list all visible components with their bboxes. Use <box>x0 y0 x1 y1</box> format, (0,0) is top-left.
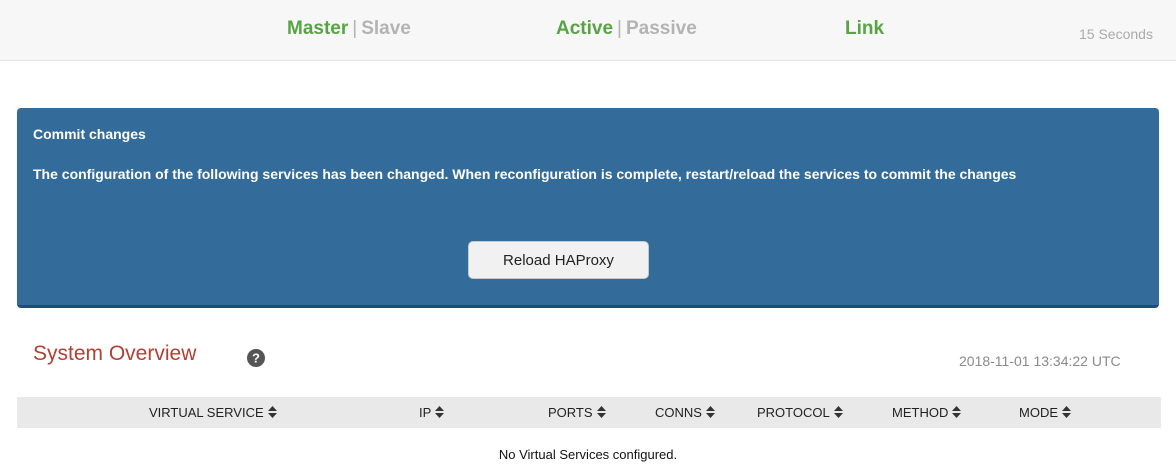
master-slave-status: Master | Slave <box>287 18 411 40</box>
overview-timestamp: 2018-11-01 13:34:22 UTC <box>959 353 1121 369</box>
slave-label: Slave <box>361 18 411 39</box>
column-header-ip[interactable]: IP <box>419 397 445 428</box>
refresh-interval[interactable]: 15 Seconds <box>1079 26 1153 42</box>
sort-icon <box>705 406 715 418</box>
column-label: MODE <box>1019 405 1058 420</box>
column-header-protocol[interactable]: PROTOCOL <box>757 397 843 428</box>
status-bar: Master | Slave Active | Passive Link 15 Seco… <box>0 0 1176 61</box>
active-passive-status: Active | Passive <box>556 18 697 40</box>
svg-text:?: ? <box>252 351 260 366</box>
sort-icon <box>435 406 445 418</box>
passive-label: Passive <box>625 18 697 39</box>
commit-message: The configuration of the following servi… <box>33 166 1017 182</box>
column-label: CONNS <box>655 405 702 420</box>
sort-icon <box>267 406 277 418</box>
question-circle-icon[interactable]: ? <box>247 349 265 367</box>
column-header-mode[interactable]: MODE <box>1019 397 1071 428</box>
commit-changes-panel: Commit changes The configuration of the … <box>17 108 1159 308</box>
system-overview-title: System Overview <box>33 342 197 365</box>
status-separator: | <box>352 18 358 39</box>
column-header-conns[interactable]: CONNS <box>655 397 715 428</box>
virtual-services-table-header: VIRTUAL SERVICE IP PORTS CONNS PROTOCOL … <box>17 397 1161 428</box>
sort-icon <box>596 406 606 418</box>
column-label: IP <box>419 405 432 420</box>
sort-icon <box>952 406 962 418</box>
reload-haproxy-button[interactable]: Reload HAProxy <box>468 241 649 279</box>
empty-table-message: No Virtual Services configured. <box>498 447 678 462</box>
column-label: PORTS <box>548 405 593 420</box>
sort-icon <box>1062 406 1071 418</box>
status-separator: | <box>617 18 622 39</box>
column-label: METHOD <box>892 405 949 420</box>
column-header-ports[interactable]: PORTS <box>548 397 606 428</box>
active-label: Active <box>556 18 614 39</box>
link-label: Link <box>845 18 885 39</box>
column-label: VIRTUAL SERVICE <box>149 405 264 420</box>
sort-icon <box>833 406 843 418</box>
column-label: PROTOCOL <box>757 405 830 420</box>
page: Master | Slave Active | Passive Link 15 Seco… <box>0 0 1176 466</box>
commit-title: Commit changes <box>33 126 146 142</box>
column-header-virtual-service[interactable]: VIRTUAL SERVICE <box>149 397 277 428</box>
column-header-method[interactable]: METHOD <box>892 397 962 428</box>
link-status: Link <box>845 18 884 40</box>
master-label: Master <box>287 18 349 39</box>
